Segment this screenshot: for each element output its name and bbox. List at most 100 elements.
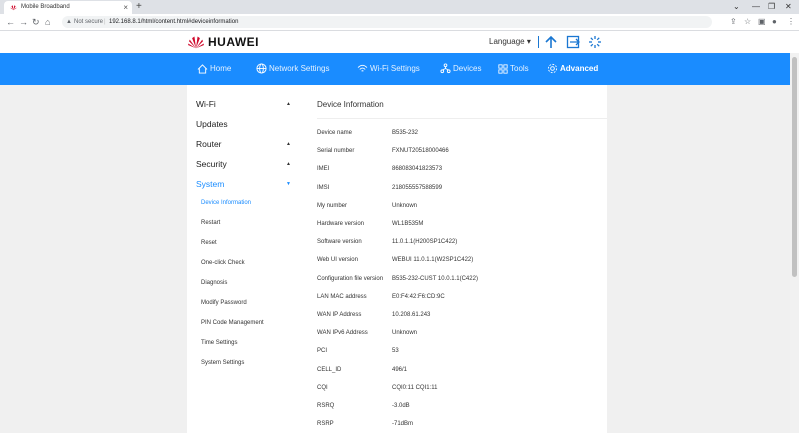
title-divider [317,118,607,119]
tab-close-icon[interactable]: × [123,1,128,14]
globe-icon [256,63,267,74]
menu-dots-icon[interactable]: ⋮ [787,16,795,28]
sidebar-section-label: Router [196,139,222,149]
new-tab-button[interactable]: + [136,0,142,14]
tab-search-icon[interactable]: ⌄ [733,0,740,14]
nav-devices[interactable]: Devices [440,53,481,85]
nav-advanced[interactable]: Advanced [547,53,598,85]
info-value: B535-232-CUST 10.0.1.1(C422) [392,275,478,282]
nav-tools[interactable]: Tools [498,53,529,85]
collapse-arrow-icon: ▲ [286,101,291,107]
wifi-icon [357,65,368,72]
info-label: Software version [317,239,362,246]
page-scrollbar[interactable] [790,53,799,433]
info-label: LAN MAC address [317,293,367,300]
nav-network-settings-label: Network Settings [269,64,330,73]
nav-home[interactable]: Home [197,53,231,85]
info-label: My number [317,202,348,209]
info-label: CQI [317,384,328,391]
info-value: 218055557588599 [392,184,443,191]
sidebar-item-pin-code-management[interactable]: PIN Code Management [201,318,264,328]
nav-home-label: Home [210,64,232,73]
sidebar-item-one-click-check[interactable]: One-click Check [201,258,245,268]
nav-advanced-label: Advanced [560,64,599,73]
info-value: -3.0dB [392,403,410,409]
close-window-icon[interactable]: ✕ [785,0,792,14]
home-browser-icon[interactable]: ⌂ [45,15,50,29]
sidebar-section-label: Security [196,159,227,169]
reload-icon[interactable]: ↻ [32,15,40,29]
loading-spinner-icon [589,36,601,48]
info-label: WAN IP Address [317,312,362,318]
url-field[interactable]: ▲ Not secure | 192.168.8.1/html/content.… [62,16,712,28]
minimize-window-icon[interactable]: — [752,0,760,14]
nav-devices-label: Devices [453,64,482,73]
logout-icon[interactable] [566,35,580,49]
nav-wifi-settings[interactable]: Wi-Fi Settings [357,53,420,85]
info-label: Hardware version [317,221,365,227]
sidebar-section-wifi[interactable]: Wi-Fi ▲ [196,98,291,110]
sidebar-section-system[interactable]: System ▼ [196,178,291,190]
expand-arrow-icon: ▼ [286,181,291,187]
upload-arrow-icon[interactable] [544,35,558,49]
info-value: 11.0.1.1(H200SP1C422) [392,239,458,246]
info-value: 10.208.61.243 [392,312,431,318]
sidebar-item-diagnosis[interactable]: Diagnosis [201,278,227,288]
info-value: FXNUT20518000466 [392,148,449,155]
home-icon [197,64,208,74]
sidebar-item-device-information[interactable]: Device Information [201,198,251,208]
address-bar-row: ← → ↻ ⌂ ▲ Not secure | 192.168.8.1/html/… [0,14,799,31]
info-value: 53 [392,348,399,355]
sidebar-item-reset[interactable]: Reset [201,238,217,248]
brand-name: HUAWEI [208,35,259,49]
sidebar-section-updates[interactable]: Updates [196,118,291,130]
main-nav: Home Network Settings Wi-Fi Settings Dev… [0,53,799,85]
info-value: WEBUI 11.0.1.1(W2SP1C422) [392,257,474,264]
sidebar-section-label: Wi-Fi [196,99,216,109]
info-value: 868083041823573 [392,166,443,173]
warning-icon: ▲ [66,19,72,25]
info-label: Serial number [317,148,355,155]
info-value: 496/1 [392,366,408,373]
huawei-favicon-icon [10,5,17,11]
tab-title: Mobile Broadband [21,4,70,10]
content-panel: Wi-Fi ▲ Updates Router ▲ Security ▲ Syst… [187,85,607,433]
nav-network-settings[interactable]: Network Settings [256,53,329,85]
bookmark-star-icon[interactable]: ☆ [744,16,751,28]
not-secure-label: Not secure [74,19,104,25]
sidepanel-icon[interactable]: ▣ [758,16,766,28]
info-label: CELL_ID [317,366,342,373]
device-information-panel: Device Information Device name B535-232 Se… [317,85,607,433]
sidebar-item-system-settings[interactable]: System Settings [201,358,244,368]
sidebar-section-label: Updates [196,119,228,129]
share-icon[interactable]: ⇪ [730,16,737,28]
sidebar-section-security[interactable]: Security ▲ [196,158,291,170]
scrollbar-thumb[interactable] [792,57,797,277]
sidebar: Wi-Fi ▲ Updates Router ▲ Security ▲ Syst… [187,85,297,433]
forward-icon[interactable]: → [19,15,28,29]
nav-tools-label: Tools [510,64,529,73]
info-label: IMEI [317,166,330,173]
browser-tab[interactable]: Mobile Broadband × [4,1,132,14]
info-value: Unknown [392,202,418,209]
header-divider [538,36,539,48]
restore-window-icon[interactable]: ❐ [768,0,775,14]
browser-tab-bar: Mobile Broadband × + ⌄ — ❐ ✕ [0,0,799,14]
profile-icon[interactable]: ● [772,16,777,28]
url-separator: | [104,19,106,25]
info-label: WAN IPv6 Address [317,330,368,337]
info-value: CQI0:11 CQI1:11 [392,384,438,391]
back-icon[interactable]: ← [6,15,15,29]
info-label: RSRP [317,421,334,428]
nav-wifi-settings-label: Wi-Fi Settings [370,64,420,73]
devices-icon [440,63,451,74]
tools-icon [498,64,508,74]
language-select[interactable]: Language ▾ [489,37,531,47]
sidebar-item-modify-password[interactable]: Modify Password [201,298,247,308]
info-value: E0:F4:42:F6:CD:9C [392,293,445,300]
sidebar-section-router[interactable]: Router ▲ [196,138,291,150]
info-value: -71dBm [392,421,414,428]
info-label: PCI [317,348,328,355]
sidebar-item-time-settings[interactable]: Time Settings [201,338,237,348]
sidebar-item-restart[interactable]: Restart [201,218,220,228]
